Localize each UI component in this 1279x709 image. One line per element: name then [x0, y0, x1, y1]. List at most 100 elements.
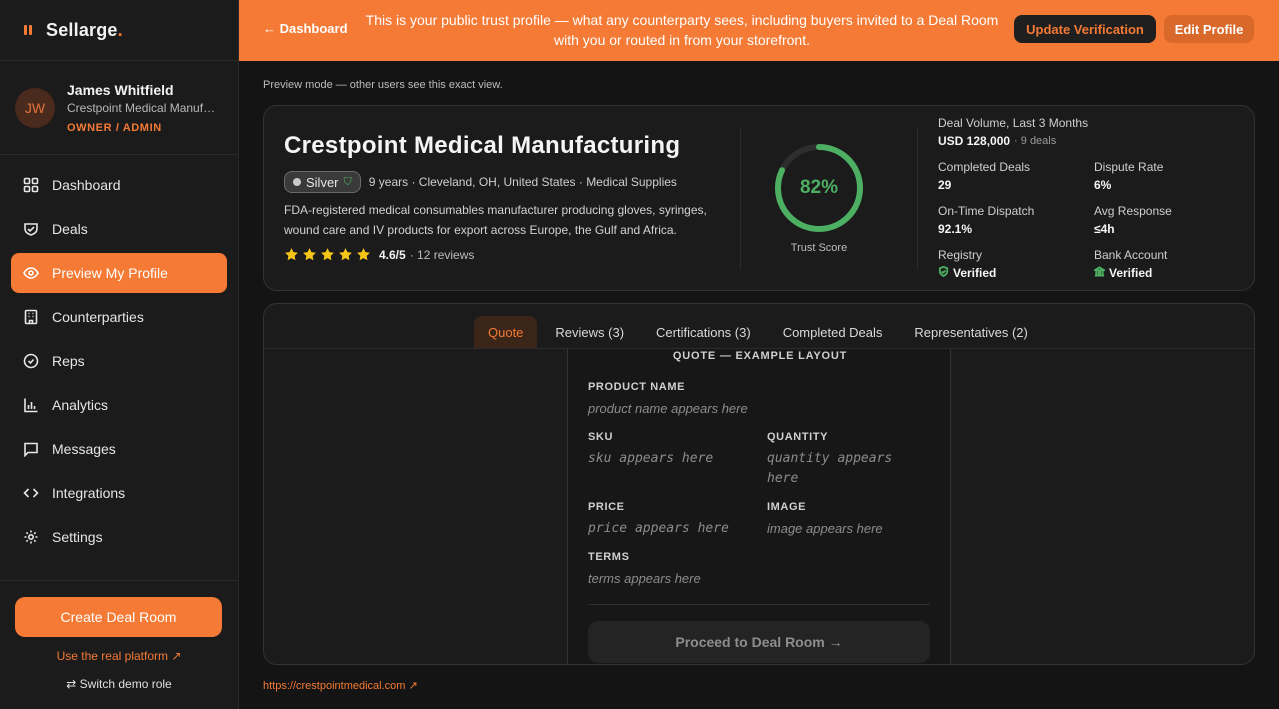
sidebar-item-label: Analytics	[52, 397, 109, 413]
sidebar-item-dashboard[interactable]: Dashboard	[11, 165, 227, 205]
user-company: Crestpoint Medical Manufacturing	[67, 100, 221, 115]
quantity-label: QUANTITY	[767, 431, 829, 443]
sidebar-item-deals[interactable]: Deals	[11, 209, 227, 249]
stat-value: ≤4h	[1094, 222, 1115, 236]
user-card[interactable]: JW James Whitfield Crestpoint Medical Ma…	[0, 61, 238, 155]
registry-stat: Registry Verified	[938, 248, 996, 280]
stat-label: Dispute Rate	[1094, 160, 1164, 174]
price-placeholder: price appears here	[588, 521, 729, 536]
rating-value: 4.6/5	[379, 247, 406, 262]
sidebar-item-label: Dashboard	[52, 177, 121, 193]
user-name: James Whitfield	[67, 81, 174, 98]
user-role: OWNER / ADMIN	[67, 121, 162, 134]
sidebar-item-label: Reps	[52, 353, 85, 369]
product-name-placeholder: product name appears here	[588, 401, 748, 416]
eye-icon	[23, 265, 39, 281]
sidebar-item-reps[interactable]: Reps	[11, 341, 227, 381]
check-circle-icon	[23, 353, 39, 369]
completed-deals-stat: Completed Deals 29	[938, 160, 1030, 192]
sidebar-item-messages[interactable]: Messages	[11, 429, 227, 469]
message-icon	[23, 441, 39, 457]
stat-label: Registry	[938, 248, 983, 262]
stat-value: Verified	[1091, 266, 1167, 280]
product-name-label: PRODUCT NAME	[588, 381, 686, 393]
dispute-rate-stat: Dispute Rate 6%	[1094, 160, 1163, 192]
sidebar-item-label: Integrations	[52, 485, 126, 501]
price-label: PRICE	[588, 501, 625, 513]
sidebar-item-label: Settings	[52, 529, 103, 545]
star-icon	[339, 248, 352, 261]
bank-account-stat: Bank Account Verified	[1091, 248, 1168, 280]
edit-profile-button[interactable]: Edit Profile	[1164, 15, 1254, 43]
sidebar-item-counterparties[interactable]: Counterparties	[11, 297, 227, 337]
stat-value: 92.1%	[938, 222, 973, 236]
real-platform-link[interactable]: Use the real platform ↗	[0, 649, 238, 663]
tab-certifications[interactable]: Certifications (3)	[642, 316, 765, 348]
rating-row[interactable]: 4.6/5 · 12 reviews	[284, 247, 474, 262]
avatar: JW	[15, 87, 55, 128]
on-time-dispatch-stat: On-Time Dispatch 92.1%	[938, 204, 1034, 236]
avg-response-stat: Avg Response ≤4h	[1094, 204, 1172, 236]
back-to-dashboard-link[interactable]: ← Dashboard	[263, 21, 348, 36]
preview-banner: ← Dashboard This is your public trust pr…	[239, 0, 1279, 61]
stat-label: Completed Deals	[938, 160, 1031, 174]
tab-reviews[interactable]: Reviews (3)	[541, 316, 638, 348]
website-link[interactable]: https://crestpointmedical.com ↗	[263, 679, 418, 692]
image-placeholder: image appears here	[767, 521, 883, 536]
trust-score-label: Trust Score	[790, 242, 848, 254]
star-icon	[321, 248, 334, 261]
quote-heading: QUOTE — EXAMPLE LAYOUT	[672, 350, 848, 362]
shield-check-icon	[938, 265, 949, 280]
create-deal-room-button[interactable]: Create Deal Room	[15, 597, 222, 637]
arrow-left-icon: ←	[263, 21, 280, 36]
stat-value: USD 128,000 · 9 deals	[938, 134, 1057, 148]
company-meta: Silver ⛉ 9 years · Cleveland, OH, United…	[284, 171, 677, 193]
switch-role-link[interactable]: ⇄ Switch demo role	[0, 677, 238, 691]
stat-value: Verified	[938, 265, 996, 280]
sku-label: SKU	[588, 431, 614, 443]
sidebar-item-analytics[interactable]: Analytics	[11, 385, 227, 425]
stat-label: Avg Response	[1094, 204, 1172, 218]
sidebar-footer: Create Deal Room Use the real platform ↗…	[0, 580, 238, 709]
star-icon	[357, 248, 370, 261]
tier-badge: Silver ⛉	[284, 171, 361, 193]
swap-icon: ⇄	[66, 677, 80, 691]
preview-note: Preview mode — other users see this exac…	[263, 79, 503, 91]
company-description: FDA-registered medical consumables manuf…	[284, 203, 707, 237]
sidebar-item-integrations[interactable]: Integrations	[11, 473, 227, 513]
deal-volume-stat: Deal Volume, Last 3 Months USD 128,000 · …	[938, 116, 1088, 148]
star-rating	[284, 247, 371, 262]
profile-card: Crestpoint Medical Manufacturing Silver …	[263, 105, 1255, 291]
sidebar-item-preview-profile[interactable]: Preview My Profile	[11, 253, 227, 293]
banner-message: This is your public trust profile — what…	[365, 12, 999, 48]
terms-placeholder: terms appears here	[588, 571, 701, 586]
trust-score-value: 82%	[799, 177, 839, 198]
brand[interactable]: Sellarge.	[0, 0, 238, 61]
handshake-icon	[23, 221, 39, 237]
bank-icon	[1091, 266, 1108, 280]
sidebar-item-settings[interactable]: Settings	[11, 517, 227, 557]
sidebar-item-label: Preview My Profile	[52, 265, 168, 281]
tab-completed-deals[interactable]: Completed Deals	[769, 316, 897, 348]
stat-label: Bank Account	[1094, 248, 1168, 262]
review-count: · 12 reviews	[409, 247, 475, 262]
bar-chart-icon	[23, 397, 39, 413]
sidebar-item-label: Messages	[52, 441, 116, 457]
code-icon	[23, 485, 39, 501]
terms-label: TERMS	[588, 551, 630, 563]
company-name: Crestpoint Medical Manufacturing	[284, 132, 681, 159]
tab-representatives[interactable]: Representatives (2)	[900, 316, 1041, 348]
update-verification-button[interactable]: Update Verification	[1014, 15, 1156, 43]
shield-check-icon: ⛉	[343, 175, 352, 188]
proceed-to-deal-room-button[interactable]: Proceed to Deal Room →	[588, 621, 930, 663]
logo-icon	[24, 25, 32, 35]
stat-label: Deal Volume, Last 3 Months	[938, 116, 1089, 130]
quantity-placeholder: quantity appears here	[767, 451, 893, 486]
grid-icon	[23, 177, 39, 193]
quote-example-panel: QUOTE — EXAMPLE LAYOUT PRODUCT NAME prod…	[567, 349, 951, 664]
tab-bar: Quote Reviews (3) Certifications (3) Com…	[474, 316, 1046, 348]
tab-quote[interactable]: Quote	[474, 316, 538, 348]
stat-label: On-Time Dispatch	[938, 204, 1035, 218]
sidebar-item-label: Deals	[52, 221, 88, 237]
sidebar-item-label: Counterparties	[52, 309, 144, 325]
